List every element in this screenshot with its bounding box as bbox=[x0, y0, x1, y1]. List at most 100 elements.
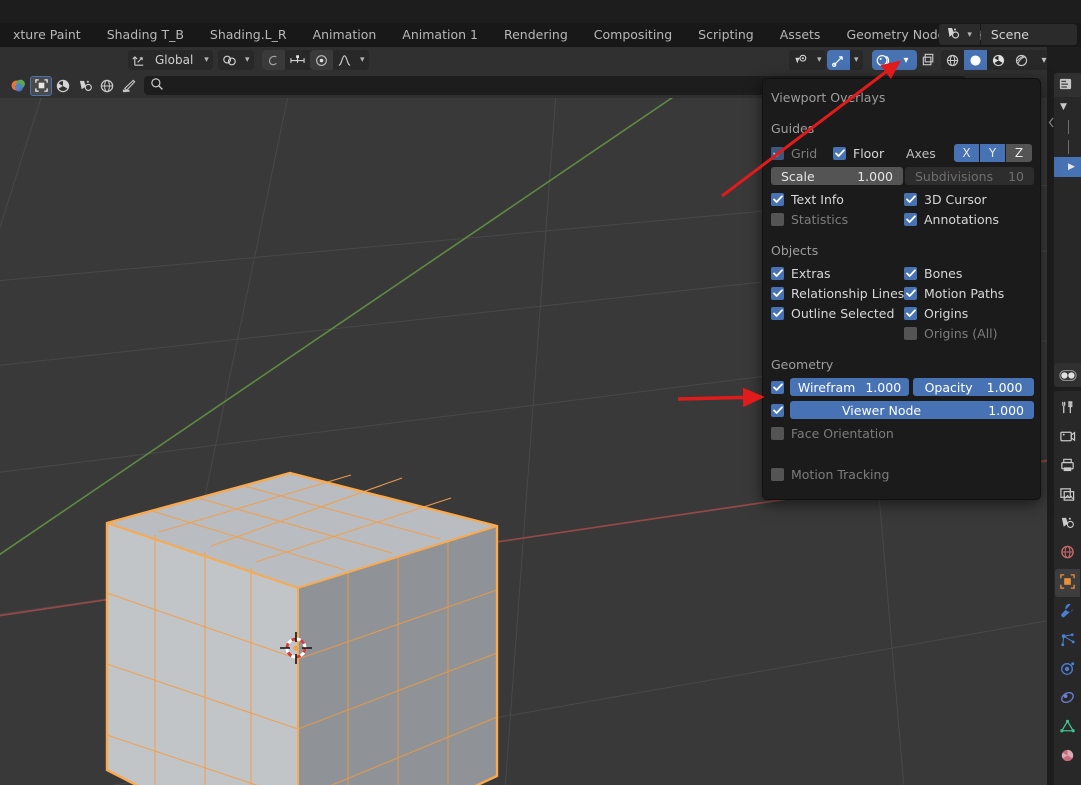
chevron-down-icon[interactable]: ▾ bbox=[200, 55, 213, 65]
outline-selected-checkbox[interactable] bbox=[771, 306, 784, 320]
3d-cursor-checkbox[interactable] bbox=[904, 192, 917, 206]
chevron-down-icon[interactable]: ▾ bbox=[356, 55, 369, 65]
overlays-icon[interactable] bbox=[872, 50, 895, 70]
outliner-row-empty-b[interactable] bbox=[1054, 177, 1081, 197]
viewer-node-checkbox[interactable] bbox=[771, 403, 784, 417]
material-tab[interactable] bbox=[1055, 743, 1080, 771]
chevron-down-icon[interactable]: ▼ bbox=[1060, 102, 1067, 112]
motion-tracking-checkbox-row[interactable]: Motion Tracking bbox=[771, 464, 1034, 484]
face-orientation-checkbox-row[interactable]: Face Orientation bbox=[771, 423, 1034, 443]
outliner-row-collection[interactable] bbox=[1054, 117, 1081, 137]
workspace-tab[interactable]: xture Paint bbox=[0, 23, 94, 47]
motion-tracking-checkbox[interactable] bbox=[771, 467, 784, 481]
axes-toggle-group[interactable]: XYZ bbox=[954, 144, 1032, 162]
pivot-point-icon[interactable] bbox=[310, 50, 333, 70]
motion-paths-checkbox-row[interactable]: Motion Paths bbox=[904, 283, 1037, 303]
modifiers-tab[interactable] bbox=[1055, 598, 1080, 626]
wireframe-opacity-slider[interactable]: Opacity 1.000 bbox=[913, 378, 1034, 396]
transform-orientation-group[interactable]: Global ▾ bbox=[128, 50, 213, 70]
chevron-down-icon[interactable]: ▾ bbox=[813, 55, 826, 65]
scene-tab[interactable] bbox=[1055, 511, 1080, 539]
chevron-down-icon[interactable]: ▾ bbox=[241, 55, 254, 65]
gizmo-group[interactable]: ▾ bbox=[827, 50, 863, 70]
scene-icon-button[interactable]: ▾ bbox=[939, 24, 980, 45]
output-tab[interactable] bbox=[1055, 453, 1080, 481]
data-tab[interactable] bbox=[1055, 714, 1080, 742]
bones-checkbox[interactable] bbox=[904, 266, 917, 280]
wireframe-checkbox[interactable] bbox=[771, 380, 784, 394]
outliner-row-empty-h[interactable] bbox=[1054, 297, 1081, 317]
floor-checkbox[interactable] bbox=[833, 146, 846, 160]
pivot-group[interactable]: ▾ bbox=[310, 50, 369, 70]
tool-tab[interactable] bbox=[1055, 395, 1080, 423]
relationship-lines-checkbox[interactable] bbox=[771, 286, 784, 300]
viewport-overlays-popover[interactable]: Viewport Overlays Guides Grid Floor Axes… bbox=[762, 78, 1041, 500]
workspace-tab[interactable]: Scripting bbox=[685, 23, 767, 47]
particles-tab[interactable] bbox=[1055, 627, 1080, 655]
scene-selector[interactable]: ▾ Scene bbox=[939, 24, 1077, 45]
shading-rendered-icon[interactable] bbox=[1010, 50, 1033, 70]
workspace-tab[interactable]: Shading.L_R bbox=[197, 23, 300, 47]
view-layer-tab[interactable] bbox=[1055, 482, 1080, 510]
outliner-row-empty-f[interactable] bbox=[1054, 257, 1081, 277]
chevron-down-icon[interactable]: ▾ bbox=[850, 55, 863, 65]
outliner-panel[interactable]: ▼ ▶ bbox=[1054, 73, 1081, 365]
xray-group[interactable] bbox=[917, 50, 941, 70]
shading-material-icon[interactable] bbox=[987, 50, 1010, 70]
outliner-row-selected-object[interactable]: ▶ bbox=[1054, 157, 1081, 177]
bones-checkbox-row[interactable]: Bones bbox=[904, 263, 1037, 283]
viewer-node-slider[interactable]: Viewer Node 1.000 bbox=[790, 401, 1034, 419]
outliner-row-scene[interactable]: ▼ bbox=[1054, 97, 1081, 117]
xray-toggle-icon[interactable] bbox=[917, 50, 941, 70]
proportional-falloff-icon[interactable] bbox=[285, 50, 310, 70]
brush-icon[interactable] bbox=[118, 76, 140, 96]
wireframe-slider[interactable]: Wirefram 1.000 bbox=[790, 378, 909, 396]
grid-checkbox[interactable] bbox=[771, 146, 784, 160]
origins-checkbox[interactable] bbox=[904, 306, 917, 320]
world-tab[interactable] bbox=[1055, 540, 1080, 568]
shading-wireframe-icon[interactable] bbox=[941, 50, 964, 70]
object-visibility-group[interactable]: ▾ bbox=[789, 50, 826, 70]
floor-checkbox-row[interactable]: Floor bbox=[833, 143, 906, 163]
face-orientation-checkbox[interactable] bbox=[771, 426, 784, 440]
object-visibility-icon[interactable] bbox=[789, 50, 813, 70]
snapping-group[interactable]: ▾ bbox=[218, 50, 254, 70]
workspace-tab[interactable]: Compositing bbox=[581, 23, 685, 47]
workspace-tab[interactable]: Animation bbox=[300, 23, 390, 47]
annotations-checkbox-row[interactable]: Annotations bbox=[904, 209, 1037, 229]
workspace-tab[interactable]: Shading T_B bbox=[94, 23, 197, 47]
axis-toggle-z[interactable]: Z bbox=[1006, 144, 1032, 162]
extras-checkbox[interactable] bbox=[771, 266, 784, 280]
render-tab[interactable] bbox=[1055, 424, 1080, 452]
paint-drop-icon[interactable] bbox=[74, 76, 96, 96]
grid-checkbox-row[interactable]: Grid bbox=[771, 143, 833, 163]
shading-solid-icon[interactable] bbox=[964, 50, 987, 70]
origins-all-checkbox[interactable] bbox=[904, 326, 917, 340]
workspace-tab[interactable]: Animation 1 bbox=[389, 23, 491, 47]
motion-paths-checkbox[interactable] bbox=[904, 286, 917, 300]
physics-tab[interactable] bbox=[1055, 656, 1080, 684]
object-tab[interactable] bbox=[1055, 569, 1080, 597]
overlays-dropdown-chevron-icon[interactable]: ▾ bbox=[895, 50, 917, 70]
snap-magnet-icon[interactable] bbox=[218, 50, 241, 70]
statistics-checkbox-row[interactable]: Statistics bbox=[771, 209, 904, 229]
outliner-row-empty-g[interactable] bbox=[1054, 277, 1081, 297]
text-info-checkbox[interactable] bbox=[771, 192, 784, 206]
overlays-group[interactable]: ▾ bbox=[872, 50, 917, 70]
outliner-row-empty-d[interactable] bbox=[1054, 217, 1081, 237]
statistics-checkbox[interactable] bbox=[771, 212, 784, 226]
axis-toggle-y[interactable]: Y bbox=[980, 144, 1006, 162]
select-box-icon[interactable] bbox=[30, 75, 52, 96]
outliner-row-empty-e[interactable] bbox=[1054, 237, 1081, 257]
workspace-tab[interactable]: Rendering bbox=[491, 23, 581, 47]
origins-checkbox-row[interactable]: Origins bbox=[904, 303, 1037, 323]
annotations-checkbox[interactable] bbox=[904, 212, 917, 226]
relationship-lines-checkbox-row[interactable]: Relationship Lines bbox=[771, 283, 904, 303]
gizmo-icon[interactable] bbox=[827, 50, 850, 70]
chevron-right-icon[interactable]: ▶ bbox=[1068, 162, 1075, 172]
outline-selected-checkbox-row[interactable]: Outline Selected bbox=[771, 303, 904, 323]
grid-scale-field[interactable]: Scale 1.000 bbox=[771, 167, 903, 185]
globe-icon[interactable] bbox=[96, 76, 118, 96]
constraints-tab[interactable] bbox=[1055, 685, 1080, 713]
shading-ball-icon[interactable] bbox=[52, 76, 74, 96]
